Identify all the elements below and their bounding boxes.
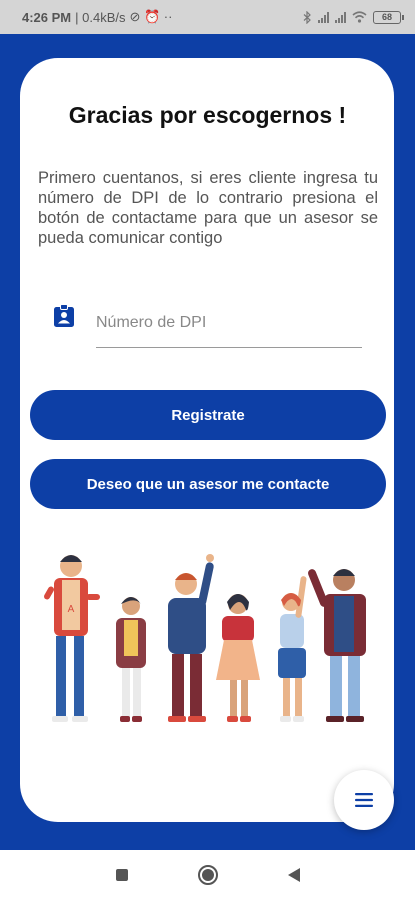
signal-icon-2: [335, 11, 346, 23]
person-red-top: [216, 594, 260, 722]
signal-icon-1: [318, 11, 329, 23]
menu-fab-button[interactable]: [334, 770, 394, 830]
person-maroon-coat: [308, 569, 366, 722]
status-network-speed: | 0.4kB/s: [75, 9, 126, 25]
intro-text: Primero cuentanos, si eres cliente ingre…: [38, 169, 378, 247]
people-celebrating-illustration: A: [44, 554, 366, 722]
status-extra-icons: ⊘ ⏰ ··: [129, 9, 173, 24]
home-icon[interactable]: [197, 865, 218, 885]
person-navy-sweater: [168, 554, 214, 722]
status-bar: 4:26 PM | 0.4kB/s ⊘ ⏰ ·· 68: [0, 0, 415, 34]
contact-advisor-button[interactable]: Deseo que un asesor me contacte: [30, 459, 386, 509]
recent-apps-icon[interactable]: [115, 869, 128, 881]
dpi-number-input[interactable]: [96, 298, 362, 348]
svg-text:A: A: [68, 604, 75, 615]
register-button[interactable]: Registrate: [30, 390, 386, 440]
person-red-jacket: A: [44, 555, 100, 722]
wifi-icon: [352, 11, 367, 23]
battery-icon: 68: [373, 10, 404, 24]
status-time: 4:26 PM: [22, 9, 72, 25]
person-blue-shorts: [278, 576, 307, 722]
back-icon[interactable]: [287, 868, 300, 882]
id-badge-icon: [54, 304, 74, 327]
system-nav-bar: [0, 850, 415, 900]
menu-icon: [355, 793, 373, 807]
status-left: 4:26 PM | 0.4kB/s ⊘ ⏰ ··: [22, 9, 172, 25]
bluetooth-icon: [303, 10, 311, 24]
person-burgundy-jacket: [116, 597, 146, 722]
status-right: 68: [303, 10, 404, 24]
page-title: Gracias por escogernos !: [68, 102, 347, 128]
